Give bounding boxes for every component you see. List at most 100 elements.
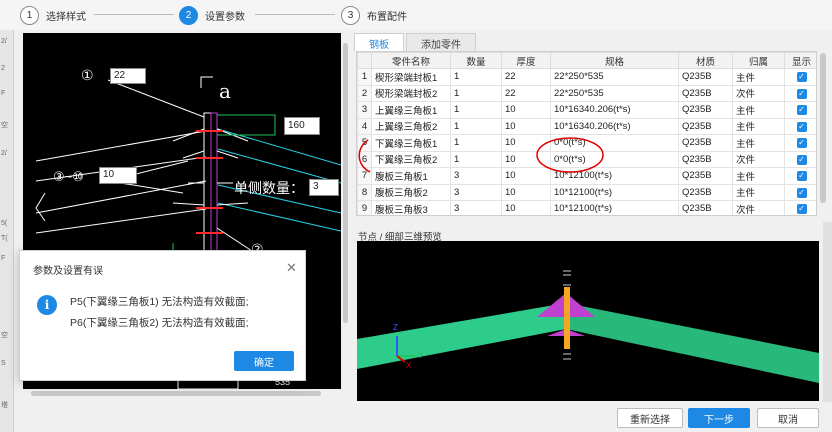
- step-2[interactable]: 2 设置参数: [179, 4, 245, 26]
- thickness-cell[interactable]: 22: [501, 84, 551, 102]
- spec-cell[interactable]: 10*12100(t*s): [550, 200, 679, 215]
- display-checkbox[interactable]: ✓: [796, 138, 807, 149]
- column-header-spec[interactable]: 规格: [550, 52, 679, 69]
- thickness-cell[interactable]: 10: [501, 101, 551, 119]
- callout-3-10-input[interactable]: 10: [99, 167, 137, 184]
- owner-cell[interactable]: 主件: [732, 101, 785, 119]
- owner-cell[interactable]: 主件: [732, 117, 785, 135]
- table-row[interactable]: 1 楔形梁端封板1 1 22 22*250*535 Q235B 主件 ✓: [357, 68, 816, 86]
- part-name-cell[interactable]: 腹板三角板1: [371, 167, 451, 185]
- quantity-cell[interactable]: 1: [450, 68, 502, 86]
- table-row[interactable]: 9 腹板三角板3 3 10 10*12100(t*s) Q235B 次件 ✓: [357, 200, 816, 215]
- display-checkbox[interactable]: ✓: [796, 204, 807, 215]
- next-button[interactable]: 下一步: [688, 408, 750, 428]
- material-cell[interactable]: Q235B: [678, 101, 733, 119]
- ok-button[interactable]: 确定: [234, 351, 294, 371]
- table-row[interactable]: 5 下翼缘三角板1 1 10 0*0(t*s) Q235B 主件 ✓: [357, 134, 816, 152]
- part-name-cell[interactable]: 下翼缘三角板1: [371, 134, 451, 152]
- reselect-button[interactable]: 重新选择: [617, 408, 683, 428]
- display-checkbox[interactable]: ✓: [796, 171, 807, 182]
- callout-1-input[interactable]: 22: [110, 68, 146, 84]
- table-row[interactable]: 6 下翼缘三角板2 1 10 0*0(t*s) Q235B 次件 ✓: [357, 150, 816, 168]
- display-checkbox[interactable]: ✓: [796, 154, 807, 165]
- cancel-button[interactable]: 取消: [757, 408, 819, 428]
- material-cell[interactable]: Q235B: [678, 117, 733, 135]
- part-name-cell[interactable]: 腹板三角板2: [371, 183, 451, 201]
- spec-cell[interactable]: 10*16340.206(t*s): [550, 117, 679, 135]
- owner-cell[interactable]: 主件: [732, 183, 785, 201]
- spec-cell[interactable]: 22*250*535: [550, 68, 679, 86]
- tab-add-part[interactable]: 添加零件: [406, 33, 476, 51]
- cad-vertical-scrollbar[interactable]: [341, 33, 350, 389]
- scroll-thumb[interactable]: [31, 391, 321, 396]
- material-cell[interactable]: Q235B: [678, 150, 733, 168]
- quantity-cell[interactable]: 3: [450, 167, 502, 185]
- table-row[interactable]: 2 楔形梁端封板2 1 22 22*250*535 Q235B 次件 ✓: [357, 84, 816, 102]
- quantity-cell[interactable]: 1: [450, 150, 502, 168]
- part-name-cell[interactable]: 楔形梁端封板1: [371, 68, 451, 86]
- display-checkbox[interactable]: ✓: [796, 88, 807, 99]
- spec-cell[interactable]: 10*12100(t*s): [550, 183, 679, 201]
- spec-cell[interactable]: 10*12100(t*s): [550, 167, 679, 185]
- quantity-cell[interactable]: 1: [450, 134, 502, 152]
- table-row[interactable]: 7 腹板三角板1 3 10 10*12100(t*s) Q235B 主件 ✓: [357, 167, 816, 185]
- 3d-preview-viewport[interactable]: Z Y X: [357, 241, 819, 401]
- display-checkbox[interactable]: ✓: [796, 72, 807, 83]
- close-icon[interactable]: ✕: [286, 260, 297, 276]
- tab-steel-plate[interactable]: 钢板: [354, 33, 404, 51]
- owner-cell[interactable]: 次件: [732, 150, 785, 168]
- spec-cell[interactable]: 10*16340.206(t*s): [550, 101, 679, 119]
- quantity-cell[interactable]: 1: [450, 84, 502, 102]
- column-header-name[interactable]: 零件名称: [371, 52, 451, 69]
- display-checkbox[interactable]: ✓: [796, 187, 807, 198]
- spec-cell[interactable]: 22*250*535: [550, 84, 679, 102]
- column-header-display[interactable]: 显示: [784, 52, 816, 69]
- part-name-cell[interactable]: 上翼缘三角板1: [371, 101, 451, 119]
- step-1[interactable]: 1 选择样式: [20, 4, 86, 26]
- single-side-quantity-input[interactable]: 3: [309, 179, 339, 196]
- owner-cell[interactable]: 主件: [732, 167, 785, 185]
- material-cell[interactable]: Q235B: [678, 68, 733, 86]
- thickness-cell[interactable]: 10: [501, 183, 551, 201]
- thickness-cell[interactable]: 10: [501, 134, 551, 152]
- owner-cell[interactable]: 主件: [732, 68, 785, 86]
- material-cell[interactable]: Q235B: [678, 167, 733, 185]
- column-header-quantity[interactable]: 数量: [450, 52, 502, 69]
- part-name-cell[interactable]: 下翼缘三角板2: [371, 150, 451, 168]
- part-name-cell[interactable]: 腹板三角板3: [371, 200, 451, 215]
- column-header-material[interactable]: 材质: [678, 52, 733, 69]
- thickness-cell[interactable]: 10: [501, 200, 551, 215]
- thickness-cell[interactable]: 10: [501, 167, 551, 185]
- spec-cell[interactable]: 0*0(t*s): [550, 134, 679, 152]
- display-checkbox[interactable]: ✓: [796, 121, 807, 132]
- owner-cell[interactable]: 次件: [732, 84, 785, 102]
- quantity-cell[interactable]: 3: [450, 200, 502, 215]
- owner-cell[interactable]: 次件: [732, 200, 785, 215]
- quantity-cell[interactable]: 3: [450, 183, 502, 201]
- material-cell[interactable]: Q235B: [678, 200, 733, 215]
- thickness-cell[interactable]: 10: [501, 150, 551, 168]
- dimension-input[interactable]: 160: [284, 117, 320, 135]
- part-name-cell[interactable]: 上翼缘三角板2: [371, 117, 451, 135]
- thickness-cell[interactable]: 22: [501, 68, 551, 86]
- owner-cell[interactable]: 主件: [732, 134, 785, 152]
- column-header-owner[interactable]: 归属: [732, 52, 785, 69]
- table-row[interactable]: 3 上翼缘三角板1 1 10 10*16340.206(t*s) Q235B 主件 ✓: [357, 101, 816, 119]
- scroll-thumb[interactable]: [343, 43, 348, 323]
- display-checkbox[interactable]: ✓: [796, 105, 807, 116]
- table-row[interactable]: 8 腹板三角板2 3 10 10*12100(t*s) Q235B 主件 ✓: [357, 183, 816, 201]
- step-3[interactable]: 3 布置配件: [341, 4, 407, 26]
- material-cell[interactable]: Q235B: [678, 183, 733, 201]
- material-cell[interactable]: Q235B: [678, 84, 733, 102]
- table-vertical-scrollbar[interactable]: [818, 51, 828, 216]
- table-row[interactable]: 4 上翼缘三角板2 1 10 10*16340.206(t*s) Q235B 主件 ✓: [357, 117, 816, 135]
- material-cell[interactable]: Q235B: [678, 134, 733, 152]
- spec-cell[interactable]: 0*0(t*s): [550, 150, 679, 168]
- column-header-thickness[interactable]: 厚度: [501, 52, 551, 69]
- scroll-thumb[interactable]: [820, 53, 826, 203]
- quantity-cell[interactable]: 1: [450, 101, 502, 119]
- part-name-cell[interactable]: 楔形梁端封板2: [371, 84, 451, 102]
- thickness-cell[interactable]: 10: [501, 117, 551, 135]
- quantity-cell[interactable]: 1: [450, 117, 502, 135]
- cad-horizontal-scrollbar[interactable]: [23, 389, 341, 398]
